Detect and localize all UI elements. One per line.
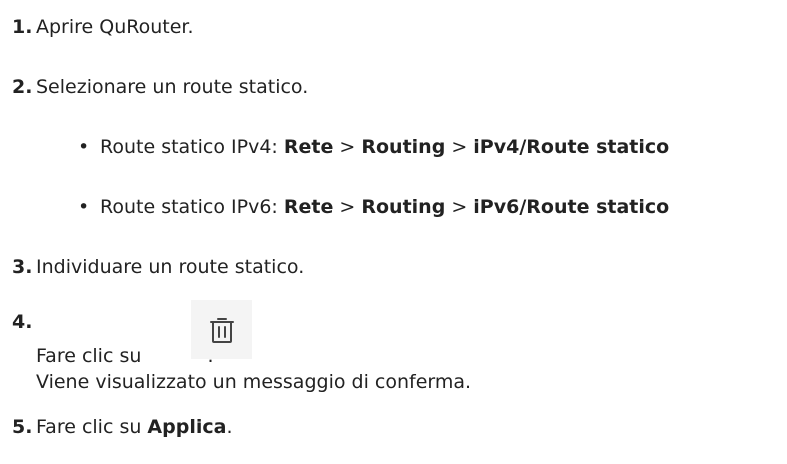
substep-ipv6: • Route statico IPv6: Rete > Routing > iP…	[78, 195, 669, 219]
bullet: •	[78, 136, 90, 158]
path-separator: >	[445, 196, 474, 218]
trash-icon	[209, 317, 234, 343]
step-4-line-2: Viene visualizzato un messaggio di confe…	[36, 371, 472, 393]
path-separator: >	[333, 196, 362, 218]
step-number: 3.	[12, 256, 33, 278]
step-4-line-1: Fare clic su .	[36, 344, 213, 368]
menu-path-ipv6-static-route: iPv6/Route statico	[473, 196, 670, 218]
step-text: Selezionare un route statico.	[36, 76, 309, 98]
step-1: 1. Aprire QuRouter.	[12, 15, 194, 39]
apply-label: Applica	[147, 416, 227, 438]
menu-path-ipv4-static-route: iPv4/Route statico	[473, 136, 670, 158]
step-number: 2.	[12, 76, 33, 98]
step-3: 3. Individuare un route statico.	[12, 255, 304, 279]
menu-path-network: Rete	[283, 136, 334, 158]
step-2: 2. Selezionare un route statico.	[12, 75, 308, 99]
menu-path-network: Rete	[283, 196, 334, 218]
bullet: •	[78, 196, 90, 218]
menu-path-routing: Routing	[361, 196, 446, 218]
step-number: 4.	[12, 311, 33, 333]
step-text: Fare clic su	[36, 345, 142, 367]
path-separator: >	[445, 136, 474, 158]
step-number: 1.	[12, 16, 33, 38]
step-number: 5.	[12, 416, 33, 438]
step-4: 4.	[12, 310, 32, 334]
menu-path-routing: Routing	[361, 136, 446, 158]
step-text-suffix: .	[226, 416, 233, 438]
step-text: Fare clic su Applica.	[36, 415, 232, 439]
step-text: Aprire QuRouter.	[36, 16, 194, 38]
step-5: 5. Fare clic su Applica.	[12, 415, 232, 439]
path-separator: >	[333, 136, 362, 158]
substep-label: Route statico IPv4:	[100, 136, 284, 158]
step-text: Individuare un route statico.	[36, 256, 305, 278]
substep-ipv4: • Route statico IPv4: Rete > Routing > iP…	[78, 135, 669, 159]
delete-icon-image	[191, 300, 252, 359]
step-text-prefix: Fare clic su	[36, 416, 148, 438]
substep-label: Route statico IPv6:	[100, 196, 284, 218]
